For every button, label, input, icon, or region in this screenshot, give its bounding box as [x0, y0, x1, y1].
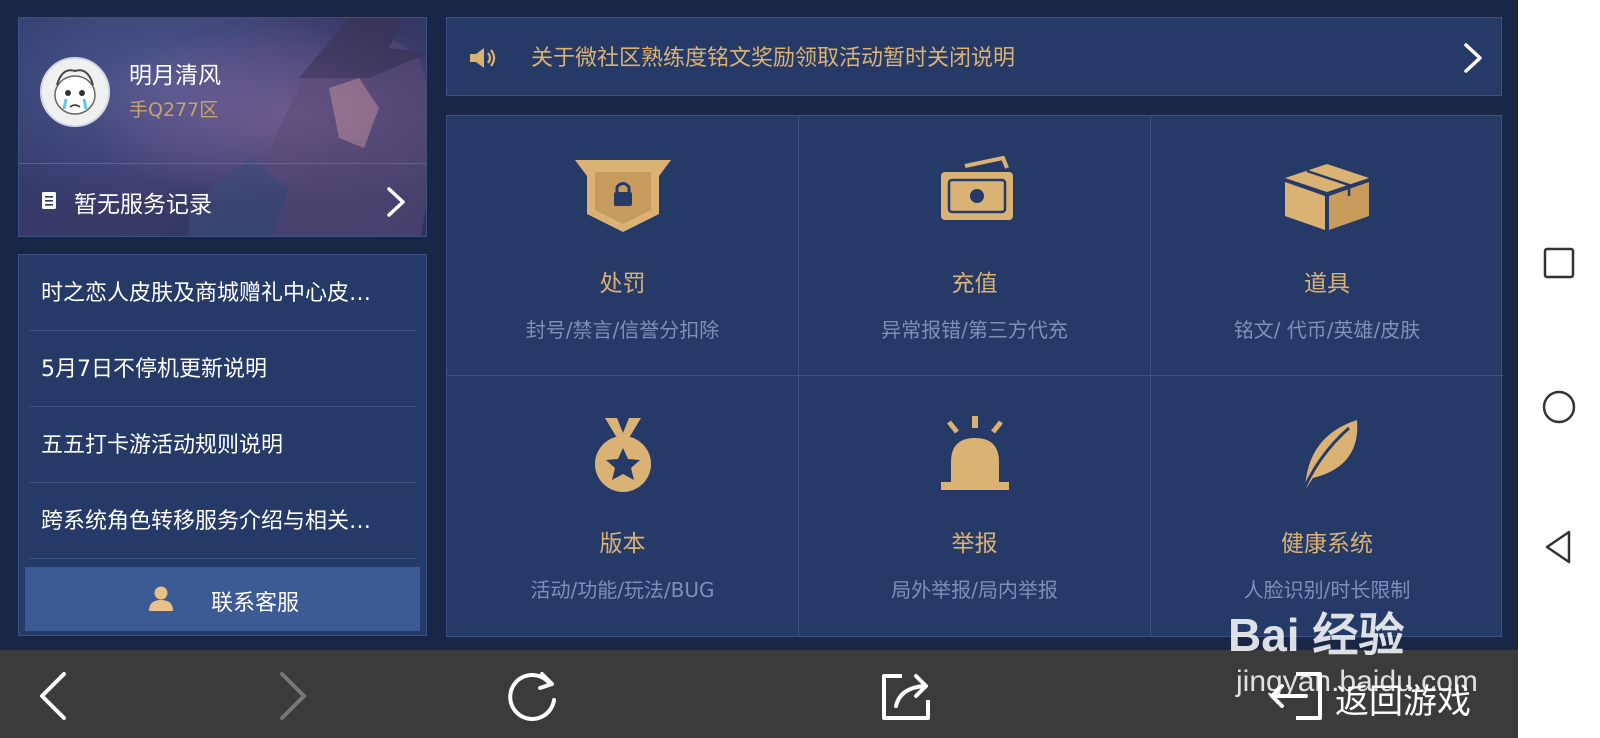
- news-list: 时之恋人皮肤及商城赠礼中心皮… 5月7日不停机更新说明 五五打卡游活动规则说明 …: [18, 254, 427, 636]
- category-grid: 处罚 封号/禁言/信誉分扣除 充值 异常报错/第三方代充 道具 铭文/ 代币/英…: [446, 115, 1503, 637]
- back-icon[interactable]: [34, 670, 74, 722]
- category-subtitle: 活动/功能/玩法/BUG: [530, 578, 715, 602]
- avatar-face-icon: [42, 59, 108, 125]
- category-subtitle: 封号/禁言/信誉分扣除: [525, 318, 720, 342]
- shield-lock-icon: [575, 160, 671, 232]
- category-title: 版本: [599, 531, 646, 557]
- server-zone: 手Q277区: [129, 99, 219, 121]
- category-recharge[interactable]: 充值 异常报错/第三方代充: [799, 116, 1151, 376]
- category-version[interactable]: 版本 活动/功能/玩法/BUG: [447, 376, 799, 636]
- box-icon: [1285, 164, 1369, 230]
- return-icon[interactable]: [1266, 670, 1326, 722]
- news-title: 跨系统角色转移服务介绍与相关…: [41, 509, 372, 534]
- category-subtitle: 局外举报/局内举报: [891, 578, 1058, 602]
- system-back-icon[interactable]: [1539, 527, 1579, 567]
- system-navigation-bar: [1518, 0, 1600, 738]
- news-item-2[interactable]: 5月7日不停机更新说明: [29, 331, 416, 407]
- news-item-3[interactable]: 五五打卡游活动规则说明: [29, 407, 416, 483]
- service-record-label: 暂无服务记录: [74, 192, 212, 218]
- category-subtitle: 铭文/ 代币/英雄/皮肤: [1233, 318, 1421, 342]
- news-title: 五五打卡游活动规则说明: [41, 433, 284, 458]
- service-record-row[interactable]: 暂无服务记录: [19, 163, 426, 236]
- category-title: 道具: [1304, 271, 1350, 297]
- return-to-game-label[interactable]: 返回游戏: [1335, 674, 1471, 723]
- category-title: 充值: [951, 271, 998, 297]
- money-icon: [941, 156, 1013, 220]
- category-title: 举报: [951, 531, 998, 557]
- category-title: 处罚: [599, 271, 646, 297]
- medal-icon: [595, 418, 651, 492]
- user-name: 明月清风: [129, 63, 221, 89]
- refresh-icon[interactable]: [506, 670, 560, 722]
- browser-toolbar: 返回游戏: [0, 650, 1518, 738]
- chevron-right-icon: [387, 187, 405, 217]
- news-title: 时之恋人皮肤及商城赠礼中心皮…: [41, 281, 372, 306]
- category-health[interactable]: 健康系统 人脸识别/时长限制: [1151, 376, 1503, 636]
- alarm-icon: [941, 416, 1009, 490]
- news-item-1[interactable]: 时之恋人皮肤及商城赠礼中心皮…: [29, 255, 416, 331]
- news-item-4[interactable]: 跨系统角色转移服务介绍与相关…: [29, 483, 416, 559]
- profile-card: 明月清风 手Q277区 暂无服务记录: [18, 17, 427, 237]
- speaker-icon: [470, 48, 496, 68]
- news-title: 5月7日不停机更新说明: [41, 357, 267, 382]
- contact-support-button[interactable]: 联系客服: [25, 567, 420, 631]
- home-icon[interactable]: [1539, 387, 1579, 427]
- category-title: 健康系统: [1281, 531, 1373, 557]
- category-subtitle: 异常报错/第三方代充: [881, 318, 1068, 342]
- category-subtitle: 人脸识别/时长限制: [1243, 578, 1411, 602]
- leaf-icon: [1299, 420, 1358, 496]
- contact-support-label: 联系客服: [211, 591, 300, 616]
- recent-apps-icon[interactable]: [1539, 243, 1579, 283]
- announcement-banner[interactable]: 关于微社区熟练度铭文奖励领取活动暂时关闭说明: [446, 17, 1502, 96]
- category-report[interactable]: 举报 局外举报/局内举报: [799, 376, 1151, 636]
- share-icon[interactable]: [880, 670, 934, 722]
- avatar[interactable]: [40, 57, 110, 127]
- person-icon: [149, 586, 173, 611]
- document-icon: [42, 192, 56, 209]
- chevron-right-icon: [1464, 43, 1482, 73]
- category-items[interactable]: 道具 铭文/ 代币/英雄/皮肤: [1151, 116, 1503, 376]
- app-screen: 明月清风 手Q277区 暂无服务记录 时之恋人皮肤及商城赠礼中心皮… 5月7日不…: [0, 0, 1518, 650]
- category-penalty[interactable]: 处罚 封号/禁言/信誉分扣除: [447, 116, 799, 376]
- announcement-text: 关于微社区熟练度铭文奖励领取活动暂时关闭说明: [531, 46, 1016, 71]
- forward-icon[interactable]: [272, 670, 312, 722]
